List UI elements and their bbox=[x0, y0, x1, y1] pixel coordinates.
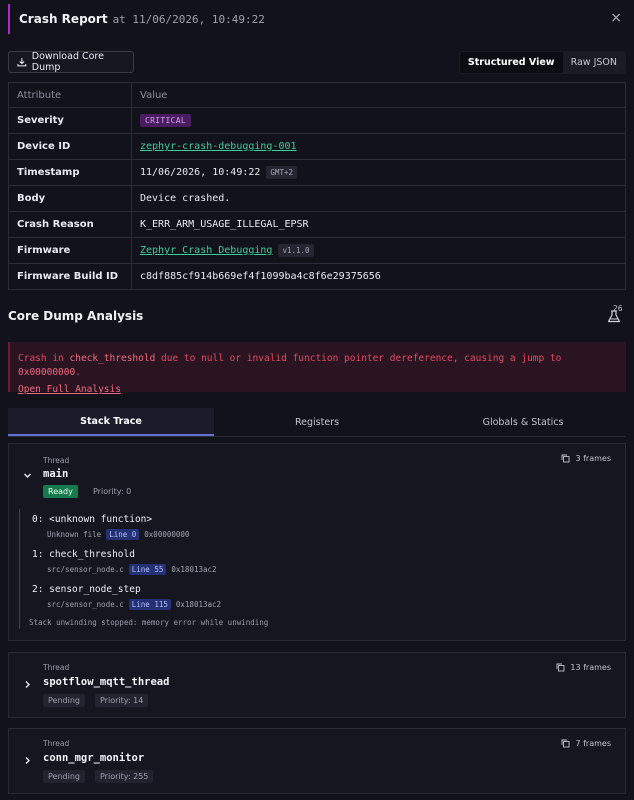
frame-count-label: 7 frames bbox=[575, 739, 611, 748]
crash-reason-key: Crash Reason bbox=[8, 211, 132, 238]
unwind-message: Stack unwinding stopped: memory error wh… bbox=[29, 618, 269, 627]
download-icon bbox=[17, 58, 27, 67]
thread-card-main: Thread main Ready Priority: 0 3 frames 0… bbox=[8, 443, 626, 641]
analysis-message: Crash in check_threshold due to null or … bbox=[18, 352, 616, 380]
tab-globals-statics[interactable]: Globals & Statics bbox=[420, 408, 626, 436]
analysis-prefix: Crash in bbox=[18, 353, 64, 364]
column-header-attribute: Attribute bbox=[8, 82, 132, 108]
frame-file: src/sensor_node.c bbox=[47, 600, 124, 609]
body-key: Body bbox=[8, 185, 132, 212]
frame-count-label: 3 frames bbox=[575, 454, 611, 463]
frame-line-badge: Line 55 bbox=[128, 564, 167, 575]
analysis-summary: Crash in check_threshold due to null or … bbox=[8, 342, 626, 395]
thread-card-spotflow: Thread spotflow_mqtt_thread Pending Prio… bbox=[8, 652, 626, 718]
chevron-down-icon[interactable] bbox=[23, 471, 32, 480]
thread-priority: Priority: 255 bbox=[95, 770, 154, 783]
stack-frame-title[interactable]: 0: <unknown function> bbox=[32, 514, 152, 525]
frame-address: 0x18013ac2 bbox=[171, 565, 217, 574]
stack-frame-title[interactable]: 1: check_threshold bbox=[32, 549, 135, 560]
view-toggle: Structured View Raw JSON bbox=[458, 51, 626, 74]
download-core-dump-button[interactable]: Download Core Dump bbox=[8, 51, 134, 73]
analysis-count-badge: 26 bbox=[613, 304, 623, 313]
analysis-address: 0x00000000 bbox=[18, 367, 76, 378]
raw-json-button[interactable]: Raw JSON bbox=[563, 52, 625, 73]
crash-reason-value: K_ERR_ARM_USAGE_ILLEGAL_EPSR bbox=[131, 211, 626, 238]
build-id-value: c8df885cf914b669ef4f1099ba4c8f6e29375656 bbox=[131, 263, 626, 290]
download-label: Download Core Dump bbox=[31, 51, 104, 73]
table-row: Crash Reason K_ERR_ARM_USAGE_ILLEGAL_EPS… bbox=[8, 211, 626, 238]
status-badge: Pending bbox=[43, 770, 85, 783]
stack-frames: 0: <unknown function> Unknown file Line … bbox=[19, 509, 615, 629]
frame-address: 0x18013ac2 bbox=[175, 600, 222, 609]
firmware-version-badge: v1.1.0 bbox=[278, 244, 314, 257]
device-id-key: Device ID bbox=[8, 133, 132, 160]
timestamp-value: 11/06/2026, 10:49:22 bbox=[140, 167, 261, 178]
firmware-key: Firmware bbox=[8, 237, 132, 264]
close-icon[interactable]: × bbox=[610, 10, 622, 26]
table-row: Body Device crashed. bbox=[8, 185, 626, 212]
frame-file: Unknown file bbox=[47, 530, 102, 539]
table-row: Device ID zephyr-crash-debugging-001 bbox=[8, 133, 626, 160]
severity-badge: CRITICAL bbox=[140, 114, 191, 127]
core-dump-title: Core Dump Analysis bbox=[8, 309, 144, 323]
frame-line-badge: Line 115 bbox=[128, 599, 171, 610]
status-badge: Pending bbox=[43, 694, 85, 707]
chevron-right-icon[interactable] bbox=[23, 756, 32, 765]
stack-frame-title[interactable]: 2: sensor_node_step bbox=[32, 584, 141, 595]
frame-count-label: 13 frames bbox=[570, 663, 611, 672]
table-row: Firmware Zephyr Crash Debugging v1.1.0 bbox=[8, 237, 626, 264]
thread-name[interactable]: conn_mgr_monitor bbox=[43, 752, 144, 764]
frame-count: 3 frames bbox=[561, 454, 611, 463]
table-row: Firmware Build ID c8df885cf914b669ef4f10… bbox=[8, 263, 626, 290]
thread-name[interactable]: spotflow_mqtt_thread bbox=[43, 676, 169, 688]
analysis-function: check_threshold bbox=[69, 353, 156, 364]
table-row: Timestamp 11/06/2026, 10:49:22 GMT+2 bbox=[8, 159, 626, 186]
device-id-link[interactable]: zephyr-crash-debugging-001 bbox=[140, 141, 297, 152]
stack-frame-meta: src/sensor_node.c Line 55 0x18013ac2 bbox=[47, 564, 217, 575]
severity-key: Severity bbox=[8, 107, 132, 134]
analysis-tabs: Stack Trace Registers Globals & Statics bbox=[8, 408, 626, 437]
frame-file: src/sensor_node.c bbox=[47, 565, 124, 574]
thread-label: Thread bbox=[43, 456, 70, 465]
report-header: Crash Report at 11/06/2026, 10:49:22 × bbox=[8, 0, 634, 38]
open-full-analysis-link[interactable]: Open Full Analysis bbox=[18, 384, 121, 395]
page-title: Crash Report bbox=[19, 12, 108, 26]
chevron-right-icon[interactable] bbox=[23, 680, 32, 689]
header-accent-bar bbox=[8, 4, 10, 34]
firmware-link[interactable]: Zephyr Crash Debugging bbox=[140, 245, 272, 256]
body-value: Device crashed. bbox=[131, 185, 626, 212]
analysis-middle: due to null or invalid function pointer … bbox=[161, 353, 562, 364]
analysis-suffix: . bbox=[75, 367, 81, 378]
frame-count: 13 frames bbox=[556, 663, 611, 672]
stack-frame-meta: Unknown file Line 0 0x00000000 bbox=[47, 529, 189, 540]
frame-line-badge: Line 0 bbox=[106, 529, 140, 540]
frame-count: 7 frames bbox=[561, 739, 611, 748]
thread-priority: Priority: 14 bbox=[95, 694, 149, 707]
attributes-table: Attribute Value Severity CRITICAL Device… bbox=[8, 82, 626, 290]
structured-view-button[interactable]: Structured View bbox=[459, 52, 563, 73]
frame-address: 0x00000000 bbox=[144, 530, 190, 539]
copy-icon bbox=[556, 663, 565, 672]
tab-registers[interactable]: Registers bbox=[214, 408, 420, 436]
thread-card-conn-mgr: Thread conn_mgr_monitor Pending Priority… bbox=[8, 728, 626, 794]
stack-frame-meta: src/sensor_node.c Line 115 0x18013ac2 bbox=[47, 599, 221, 610]
thread-name[interactable]: main bbox=[43, 468, 68, 480]
tab-stack-trace[interactable]: Stack Trace bbox=[8, 408, 214, 436]
thread-label: Thread bbox=[43, 663, 70, 672]
copy-icon bbox=[562, 454, 570, 463]
column-header-value: Value bbox=[131, 82, 626, 108]
thread-label: Thread bbox=[43, 739, 70, 748]
report-timestamp: at 11/06/2026, 10:49:22 bbox=[112, 12, 265, 26]
thread-priority: Priority: 0 bbox=[93, 487, 132, 496]
table-row: Severity CRITICAL bbox=[8, 107, 626, 134]
status-badge: Ready bbox=[43, 485, 78, 498]
copy-icon bbox=[562, 739, 570, 748]
timezone-badge: GMT+2 bbox=[266, 166, 297, 179]
timestamp-key: Timestamp bbox=[8, 159, 132, 186]
build-id-key: Firmware Build ID bbox=[8, 263, 132, 290]
table-header-row: Attribute Value bbox=[8, 82, 626, 108]
